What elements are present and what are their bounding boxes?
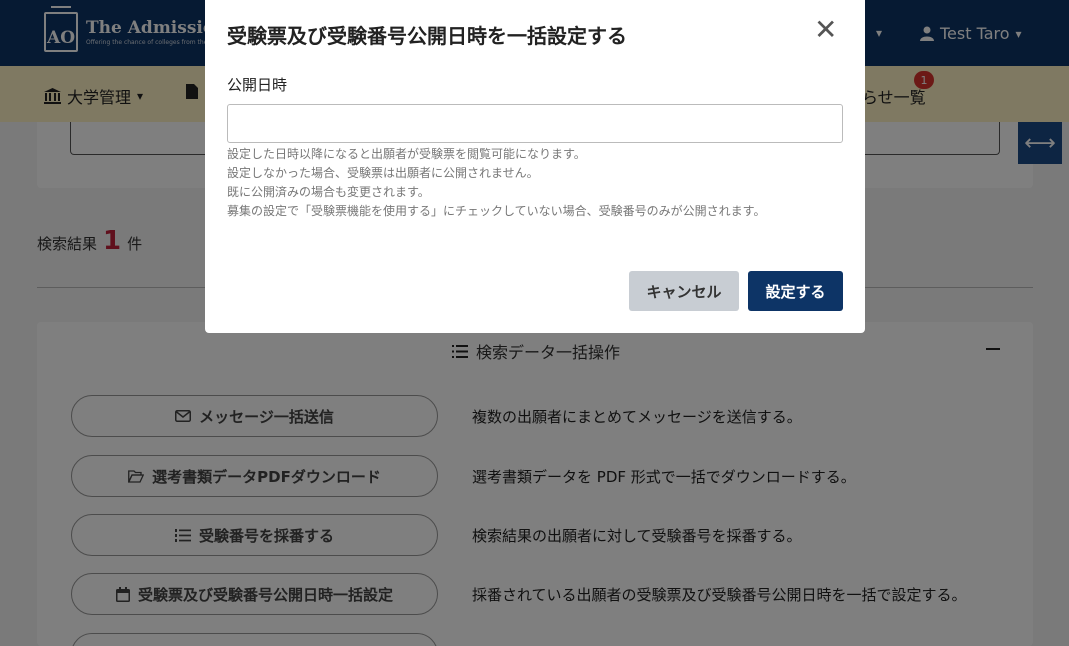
close-icon[interactable]: ✕ — [814, 16, 837, 44]
publish-datetime-label: 公開日時 — [227, 76, 288, 94]
submit-button[interactable]: 設定する — [748, 271, 843, 311]
publish-date-modal: 受験票及び受験番号公開日時を一括設定する ✕ 公開日時 設定した日時以降になると… — [205, 0, 865, 333]
cancel-button[interactable]: キャンセル — [629, 271, 739, 311]
help-text: 既に公開済みの場合も変更されます。 — [227, 185, 430, 199]
publish-datetime-input[interactable] — [227, 104, 843, 143]
modal-title: 受験票及び受験番号公開日時を一括設定する — [227, 24, 627, 48]
help-text: 設定した日時以降になると出願者が受験票を閲覧可能になります。 — [227, 147, 586, 161]
help-text: 募集の設定で「受験票機能を使用する」にチェックしていない場合、受験番号のみが公開… — [227, 204, 766, 218]
help-text: 設定しなかった場合、受験票は出願者に公開されません。 — [227, 166, 539, 180]
